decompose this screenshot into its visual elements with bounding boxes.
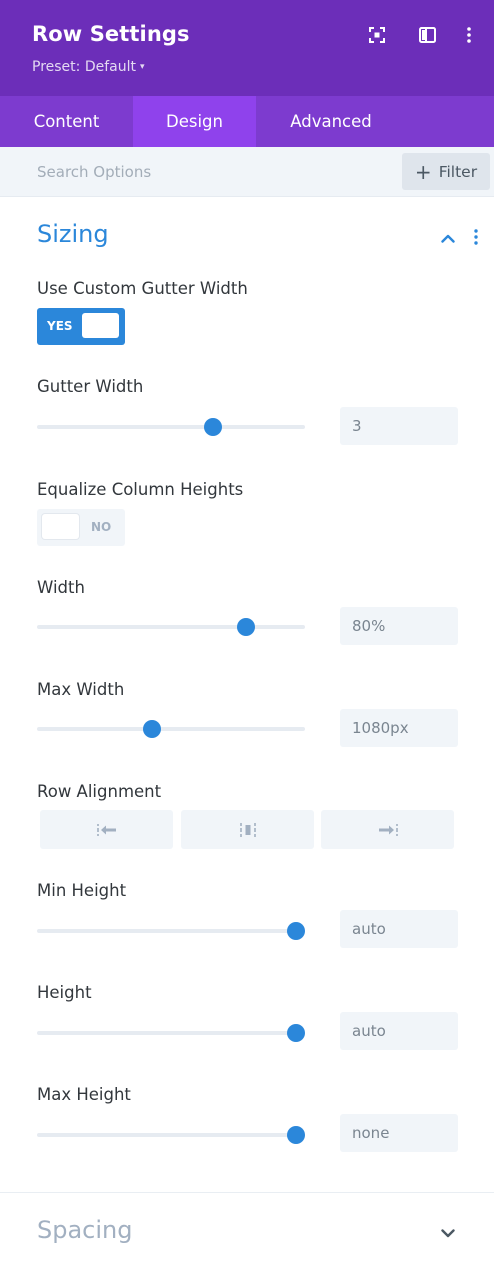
preset-selector[interactable]: Preset: Default ▾ <box>32 59 145 75</box>
equalize-heights-toggle[interactable]: NO <box>37 509 125 546</box>
width-input[interactable] <box>340 607 458 645</box>
custom-gutter-label: Use Custom Gutter Width <box>37 279 248 298</box>
tab-advanced[interactable]: Advanced <box>256 96 406 147</box>
slider-track <box>37 1133 305 1137</box>
toggle-state: NO <box>91 520 112 534</box>
slider-track <box>37 727 305 731</box>
max-width-label: Max Width <box>37 680 125 699</box>
toggle-knob <box>82 313 119 338</box>
slider-track <box>37 1031 305 1035</box>
toggle-knob <box>42 514 79 539</box>
sidebar-layout-icon[interactable] <box>416 24 438 46</box>
modal-title: Row Settings <box>32 22 190 46</box>
search-input[interactable] <box>22 155 382 189</box>
filter-button[interactable]: + Filter <box>402 153 490 190</box>
slider-track <box>37 625 305 629</box>
filter-label: Filter <box>438 162 478 181</box>
max-height-label: Max Height <box>37 1085 131 1104</box>
slider-thumb[interactable] <box>143 720 162 738</box>
min-height-slider[interactable] <box>37 921 305 941</box>
chevron-up-icon[interactable] <box>438 228 458 248</box>
tab-design[interactable]: Design <box>133 96 256 147</box>
max-height-slider[interactable] <box>37 1125 305 1145</box>
equalize-heights-label: Equalize Column Heights <box>37 480 244 499</box>
height-label: Height <box>37 983 92 1002</box>
gutter-width-label: Gutter Width <box>37 377 144 396</box>
slider-thumb[interactable] <box>286 1024 305 1042</box>
chevron-down-icon[interactable] <box>438 1223 458 1243</box>
align-right-button[interactable] <box>321 810 454 849</box>
align-center-icon <box>239 822 256 837</box>
settings-header: Row Settings Preset: Default ▾ <box>0 0 494 96</box>
max-width-input[interactable] <box>340 709 458 747</box>
tab-bar: Content Design Advanced <box>0 96 494 147</box>
preset-label: Preset: Default <box>32 59 136 75</box>
slider-thumb[interactable] <box>286 922 305 940</box>
caret-down-icon: ▾ <box>139 62 145 72</box>
expand-icon[interactable] <box>366 24 388 46</box>
slider-track <box>37 929 305 933</box>
gutter-width-slider[interactable] <box>37 417 305 437</box>
align-left-button[interactable] <box>40 810 173 849</box>
min-height-input[interactable] <box>340 910 458 948</box>
section-more-icon[interactable] <box>466 227 486 247</box>
align-right-icon <box>378 823 398 836</box>
custom-gutter-toggle[interactable]: YES <box>37 308 125 345</box>
max-height-input[interactable] <box>340 1114 458 1152</box>
slider-thumb[interactable] <box>237 618 256 636</box>
section-title-spacing[interactable]: Spacing <box>37 1216 132 1244</box>
align-center-button[interactable] <box>181 810 314 849</box>
section-divider <box>0 1192 494 1193</box>
toggle-state: YES <box>47 319 73 333</box>
height-slider[interactable] <box>37 1023 305 1043</box>
tab-content[interactable]: Content <box>0 96 133 147</box>
slider-track <box>37 425 305 429</box>
align-left-icon <box>96 823 116 836</box>
width-slider[interactable] <box>37 617 305 637</box>
min-height-label: Min Height <box>37 881 127 900</box>
section-title-sizing[interactable]: Sizing <box>37 220 109 248</box>
plus-icon: + <box>414 159 432 184</box>
slider-thumb[interactable] <box>203 418 222 436</box>
slider-thumb[interactable] <box>286 1126 305 1144</box>
max-width-slider[interactable] <box>37 719 305 739</box>
width-label: Width <box>37 578 85 597</box>
more-vertical-icon[interactable] <box>458 24 480 46</box>
height-input[interactable] <box>340 1012 458 1050</box>
row-alignment-label: Row Alignment <box>37 782 162 801</box>
gutter-width-input[interactable] <box>340 407 458 445</box>
